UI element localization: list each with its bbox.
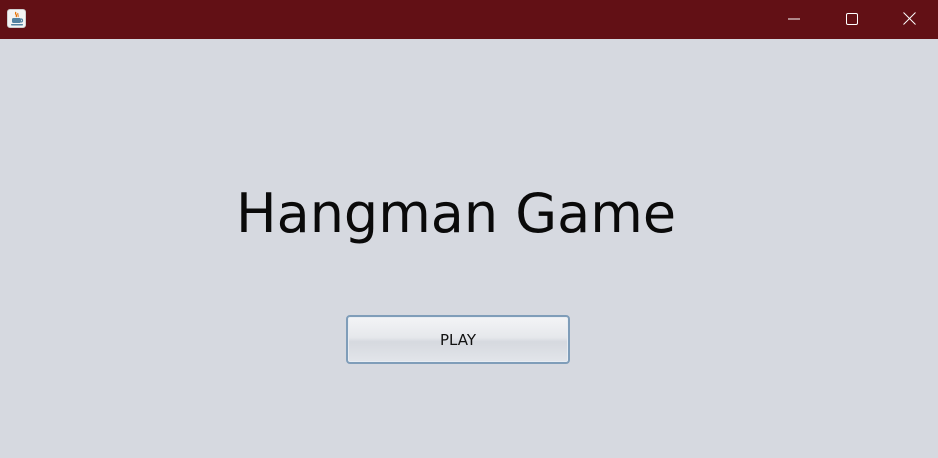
game-title: Hangman Game [236,182,677,245]
minimize-button[interactable] [765,0,823,39]
content-panel: Hangman Game PLAY [0,39,938,458]
maximize-button[interactable] [823,0,881,39]
close-icon [903,10,916,29]
app-window: Hangman Game PLAY [0,0,938,458]
close-button[interactable] [881,0,938,39]
play-button[interactable]: PLAY [346,315,570,364]
title-bar[interactable] [0,0,938,39]
minimize-icon [788,10,800,29]
java-coffee-cup-icon[interactable] [7,9,26,28]
maximize-icon [846,10,858,29]
